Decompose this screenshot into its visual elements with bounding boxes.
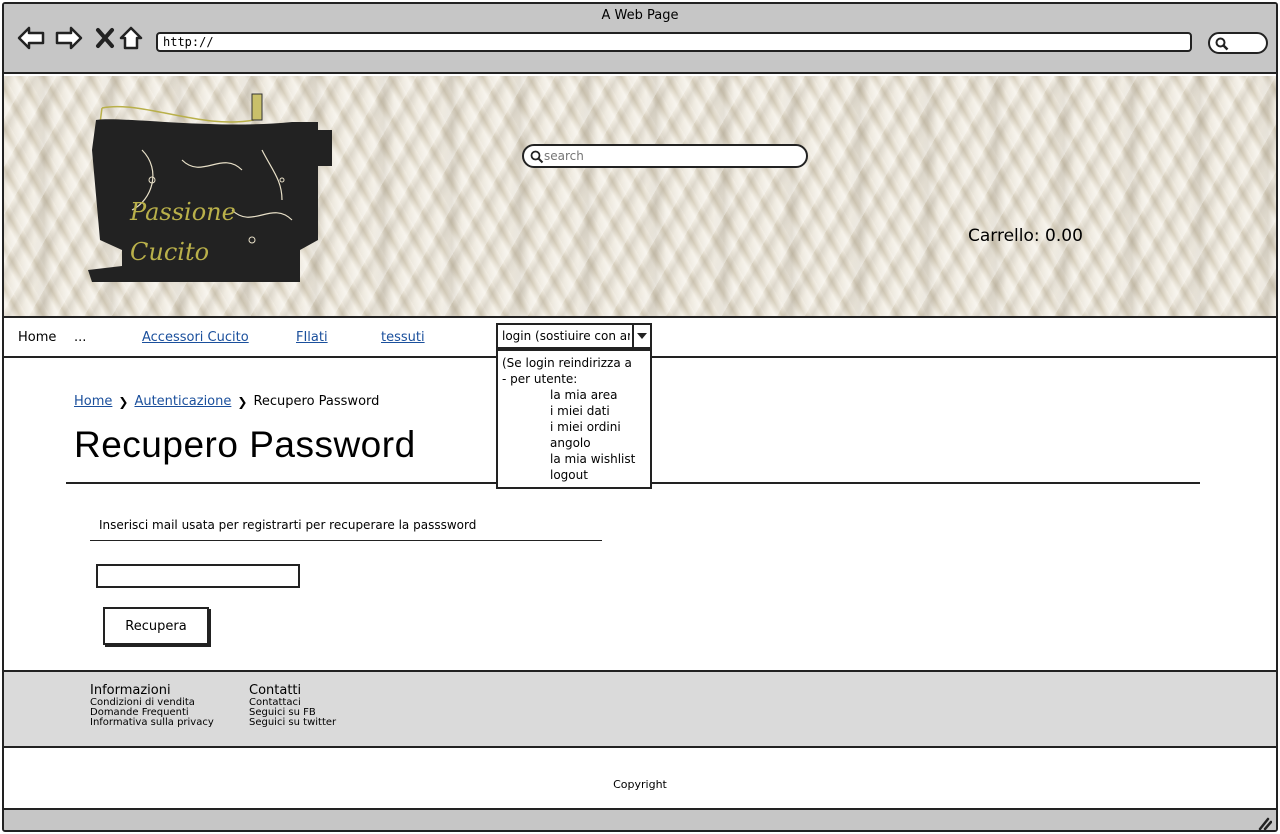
nav-accessori-cucito[interactable]: Accessori Cucito [142,330,249,345]
menu-item-la-mia-area[interactable]: la mia area [502,387,650,403]
breadcrumb-current: Recupero Password [253,394,380,409]
resize-grip-icon[interactable] [1256,816,1272,830]
menu-item-wishlist[interactable]: la mia wishlist [502,451,650,467]
forward-icon[interactable] [54,24,84,52]
page-title: Recupero Password [74,424,416,465]
window-title: A Web Page [601,8,679,23]
footer-link-twitter[interactable]: Seguici su twitter [249,718,336,728]
cart-total[interactable]: Carrello: 0.00 [968,226,1083,246]
menu-item-i-miei-dati[interactable]: i miei dati [502,403,650,419]
status-bar [4,808,1276,830]
site-logo[interactable]: Passione Cucito [82,90,352,290]
footer-contact-title: Contatti [249,683,302,698]
footer: Informazioni Condizioni di vendita Doman… [4,670,1276,748]
logo-text-line2: Cucito [130,238,210,266]
email-field[interactable] [96,564,300,588]
chevron-down-icon[interactable] [632,325,650,347]
chevron-right-icon: ❯ [237,394,248,409]
chevron-right-icon: ❯ [118,394,129,409]
login-select-value: login (sostiuire con area) [502,329,630,343]
dropdown-note-user: - per utente: [502,372,578,386]
menu-item-i-miei-ordini[interactable]: i miei ordini [502,419,650,435]
home-icon[interactable] [116,24,146,52]
dropdown-note: (Se login reindirizza a [502,356,632,370]
browser-search-field[interactable] [1208,32,1268,54]
login-select[interactable]: login (sostiuire con area) [496,323,652,349]
footer-link-privacy[interactable]: Informativa sulla privacy [90,718,214,728]
nav-home[interactable]: Home [18,330,56,345]
search-input[interactable] [544,148,799,164]
instruction-text: Inserisci mail usata per registrarti per… [99,518,477,532]
breadcrumb-home[interactable]: Home [74,394,112,409]
back-icon[interactable] [16,24,46,52]
nav-more[interactable]: ... [74,330,86,345]
footer-info-title: Informazioni [90,683,171,698]
browser-chrome: A Web Page http:// [4,4,1276,74]
sewing-machine-icon [88,93,332,283]
copyright: Copyright [613,778,667,791]
address-bar[interactable]: http:// [156,32,1192,52]
footer-contact-column: Contatti Contattaci Seguici su FB Seguic… [249,684,336,728]
recupera-button[interactable]: Recupera [103,607,209,645]
login-dropdown-menu: (Se login reindirizza a - per utente: la… [496,349,652,489]
site-search[interactable] [522,144,808,168]
footer-info-column: Informazioni Condizioni di vendita Doman… [90,684,214,728]
search-icon [530,150,544,164]
header-banner: Passione Cucito Carrello: 0.00 [4,76,1276,316]
instruction-divider [90,540,602,541]
nav-filati[interactable]: FIlati [296,330,328,345]
browser-window: A Web Page http:// Passione Cucito searc… [2,2,1278,832]
logo-text-line1: Passione [130,198,236,226]
breadcrumb: Home ❯ Autenticazione ❯ Recupero Passwor… [74,394,379,409]
breadcrumb-autenticazione[interactable]: Autenticazione [134,394,231,409]
menu-item-angolo[interactable]: angolo [502,435,650,451]
search-icon [1215,37,1229,51]
nav-tessuti[interactable]: tessuti [381,330,425,345]
menu-item-logout[interactable]: logout [502,467,650,483]
